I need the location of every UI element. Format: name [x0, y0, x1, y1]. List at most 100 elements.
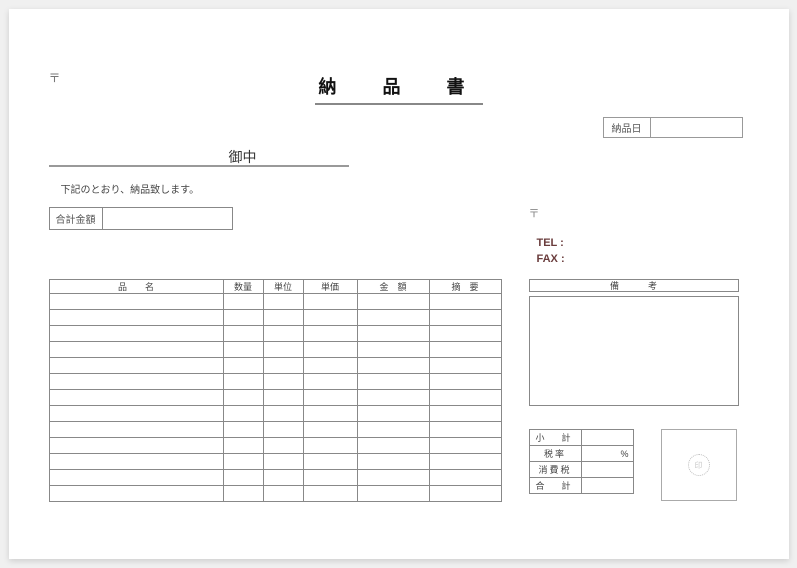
cell-price [303, 374, 357, 390]
seal-box: 印 [661, 429, 737, 501]
cell-note [429, 358, 501, 374]
table-row [49, 294, 501, 310]
cell-qty [223, 342, 263, 358]
cell-amount [357, 358, 429, 374]
grand-total-box: 合計金額 [49, 207, 233, 230]
cell-price [303, 486, 357, 502]
cell-name [49, 326, 223, 342]
cell-qty [223, 470, 263, 486]
cell-name [49, 310, 223, 326]
cell-qty [223, 326, 263, 342]
summary-tax-row: 消費税 [529, 462, 633, 478]
table-row [49, 374, 501, 390]
cell-price [303, 326, 357, 342]
sender-fax-label: FAX : [537, 253, 565, 265]
cell-note [429, 486, 501, 502]
table-row [49, 486, 501, 502]
cell-qty [223, 390, 263, 406]
cell-name [49, 406, 223, 422]
delivery-date-box: 納品日 [603, 117, 743, 138]
cell-note [429, 470, 501, 486]
cell-name [49, 374, 223, 390]
cell-qty [223, 374, 263, 390]
cell-note [429, 310, 501, 326]
cell-unit [263, 374, 303, 390]
cell-note [429, 294, 501, 310]
cell-qty [223, 486, 263, 502]
cell-name [49, 294, 223, 310]
items-header-row: 品 名 数量 単位 単価 金 額 摘 要 [49, 280, 501, 294]
cell-price [303, 358, 357, 374]
title-underline [315, 103, 483, 105]
cell-price [303, 438, 357, 454]
cell-amount [357, 470, 429, 486]
delivery-date-value [651, 117, 743, 138]
grand-total-label: 合計金額 [49, 207, 103, 230]
cell-qty [223, 358, 263, 374]
cell-unit [263, 406, 303, 422]
cell-note [429, 422, 501, 438]
cell-unit [263, 422, 303, 438]
addressee-suffix: 御中 [229, 147, 257, 167]
cell-price [303, 390, 357, 406]
cell-unit [263, 358, 303, 374]
summary-subtotal-row: 小 計 [529, 430, 633, 446]
cell-amount [357, 390, 429, 406]
sender-postal-mark: 〒 [529, 205, 540, 221]
delivery-date-label: 納品日 [603, 117, 651, 138]
header-price: 単価 [303, 280, 357, 294]
cell-note [429, 342, 501, 358]
cell-price [303, 454, 357, 470]
cell-note [429, 438, 501, 454]
cell-amount [357, 486, 429, 502]
table-row [49, 358, 501, 374]
summary-total-row: 合 計 [529, 478, 633, 494]
document-title: 納 品 書 [45, 37, 753, 99]
cell-amount [357, 438, 429, 454]
cell-name [49, 486, 223, 502]
cell-qty [223, 294, 263, 310]
addressee-underline [49, 165, 349, 167]
cell-amount [357, 326, 429, 342]
cell-unit [263, 310, 303, 326]
summary-taxrate-row: 税率 % [529, 446, 633, 462]
cell-price [303, 406, 357, 422]
header-unit: 単位 [263, 280, 303, 294]
cell-unit [263, 342, 303, 358]
cell-name [49, 454, 223, 470]
items-table: 品 名 数量 単位 単価 金 額 摘 要 [49, 279, 502, 502]
recipient-postal-mark: 〒 [49, 69, 61, 86]
seal-placeholder-icon: 印 [688, 454, 710, 476]
table-row [49, 310, 501, 326]
cell-unit [263, 326, 303, 342]
cell-price [303, 422, 357, 438]
cell-name [49, 342, 223, 358]
cell-qty [223, 406, 263, 422]
cell-amount [357, 342, 429, 358]
cell-amount [357, 422, 429, 438]
cell-note [429, 406, 501, 422]
remarks-header: 備 考 [529, 279, 739, 292]
summary-total-value [581, 478, 633, 494]
grand-total-value [103, 207, 233, 230]
cell-note [429, 326, 501, 342]
table-row [49, 422, 501, 438]
cell-amount [357, 406, 429, 422]
cell-unit [263, 438, 303, 454]
cell-amount [357, 310, 429, 326]
cell-qty [223, 310, 263, 326]
taxrate-value: % [581, 446, 633, 462]
sender-tel-label: TEL : [537, 237, 564, 249]
cell-note [429, 390, 501, 406]
cell-price [303, 294, 357, 310]
tax-value [581, 462, 633, 478]
cell-qty [223, 422, 263, 438]
remarks-body [529, 296, 739, 406]
cell-name [49, 470, 223, 486]
cell-qty [223, 438, 263, 454]
remarks-wrap: 備 考 [529, 279, 739, 406]
summary-total-label: 合 計 [529, 478, 581, 494]
delivery-slip-page: 〒 納 品 書 納品日 御中 下記のとおり、納品致します。 合計金額 〒 TEL… [9, 9, 789, 559]
cell-amount [357, 294, 429, 310]
intro-text: 下記のとおり、納品致します。 [61, 181, 200, 196]
